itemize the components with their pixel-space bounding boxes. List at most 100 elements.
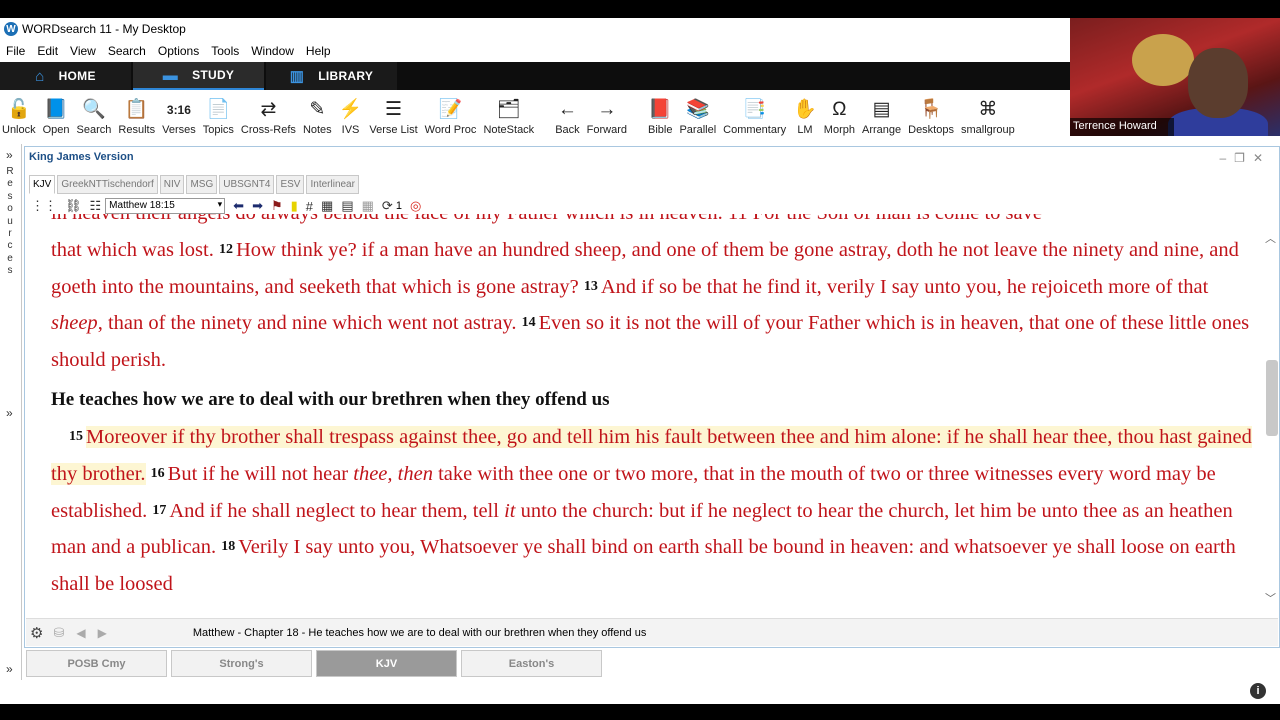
toolbar-word-proc-button[interactable]: 📝 Word Proc: [425, 90, 477, 144]
scroll-thumb[interactable]: [1266, 360, 1278, 436]
toolbar-topics-button[interactable]: 📄 Topics: [203, 90, 234, 144]
menu-item-help[interactable]: Help: [300, 44, 337, 58]
verse-number[interactable]: 15: [69, 429, 83, 444]
nav-tab-library[interactable]: ▥ LIBRARY: [266, 62, 397, 90]
tab-ubsgnt4[interactable]: UBSGNT4: [219, 175, 275, 194]
toolbar-verse-list-button[interactable]: ☰ Verse List: [369, 90, 417, 144]
toolbar-notestack-button[interactable]: 🗂 NoteStack: [483, 90, 534, 144]
menu-item-view[interactable]: View: [64, 44, 102, 58]
panel-window-controls: –❐✕: [1219, 151, 1271, 165]
toolbar-label: Search: [76, 124, 112, 136]
tab-niv[interactable]: NIV: [159, 175, 185, 194]
info-icon[interactable]: i: [1250, 683, 1266, 699]
tab-esv[interactable]: ESV: [276, 175, 305, 194]
lines-icon[interactable]: ▤: [341, 198, 353, 214]
bottom-tabs: POSB Cmy Strong's KJV Easton's: [26, 650, 606, 677]
tab-interlinear[interactable]: Interlinear: [306, 175, 359, 194]
menu-item-search[interactable]: Search: [102, 44, 152, 58]
chevron-down-icon[interactable]: ▾: [218, 199, 223, 210]
toolbar-ivs-button[interactable]: ⚡ IVS: [339, 90, 363, 144]
bottom-tab-posb-cmy[interactable]: POSB Cmy: [26, 650, 167, 677]
next-arrow-icon[interactable]: ➡: [252, 198, 263, 214]
panel-title: King James Version: [29, 151, 134, 163]
unlock-icon: 🔓: [6, 99, 31, 120]
verse-number[interactable]: 13: [584, 279, 598, 294]
link-icon[interactable]: ⛓: [65, 198, 82, 214]
sync-count: 1: [395, 200, 402, 212]
collapse-chevron-icon[interactable]: »: [6, 148, 13, 162]
restore-icon[interactable]: ❐: [1234, 151, 1253, 165]
toolbar-cross-refs-button[interactable]: ⇄ Cross-Refs: [241, 90, 296, 144]
verse-number[interactable]: 16: [151, 466, 165, 481]
status-bar: ⚙ ⛁ ◀ ▶ Matthew - Chapter 18 - He teache…: [26, 618, 1278, 646]
history-icon[interactable]: ⛁: [53, 625, 64, 641]
minimize-icon[interactable]: –: [1219, 151, 1234, 165]
toolbar-label: LM: [797, 124, 813, 136]
toolbar-label: Commentary: [723, 124, 787, 136]
expand-bottom-chevron-icon[interactable]: »: [6, 662, 13, 676]
toolbar-bible-button[interactable]: 📕 Bible: [648, 90, 672, 144]
bottom-tab-strong-s[interactable]: Strong's: [171, 650, 312, 677]
toolbar-open-button[interactable]: 📘 Open: [43, 90, 70, 144]
tab-msg[interactable]: MSG: [186, 175, 218, 194]
status-next-icon[interactable]: ▶: [98, 626, 107, 640]
menu-item-options[interactable]: Options: [152, 44, 205, 58]
toolbar-arrange-button[interactable]: ▤ Arrange: [862, 90, 901, 144]
italic-text: sheep: [51, 312, 98, 335]
prev-arrow-icon[interactable]: ⬅: [233, 198, 244, 214]
menu-item-edit[interactable]: Edit: [31, 44, 64, 58]
verse-number[interactable]: 17: [152, 503, 166, 518]
toolbar-parallel-button[interactable]: 📚 Parallel: [679, 90, 716, 144]
verse-number[interactable]: 12: [219, 242, 233, 257]
grid-icon[interactable]: ▦: [362, 198, 374, 214]
toolbar-label: Word Proc: [424, 124, 477, 136]
verse-number[interactable]: 14: [522, 315, 536, 330]
window-title: WORDsearch 11 - My Desktop: [22, 22, 186, 36]
status-prev-icon[interactable]: ◀: [76, 626, 85, 640]
expand-chevron-icon[interactable]: »: [6, 406, 13, 420]
resources-sidebar[interactable]: » Resources » »: [0, 144, 22, 680]
menu-item-window[interactable]: Window: [245, 44, 300, 58]
reference-input[interactable]: Matthew 18:15 ▾: [105, 198, 226, 214]
hash-icon[interactable]: #: [306, 199, 313, 214]
scroll-up-icon[interactable]: ︿: [1265, 230, 1276, 246]
list-icon[interactable]: ☷: [90, 198, 102, 214]
toolbar-lm-button[interactable]: ✋ LM: [793, 90, 817, 144]
italic-text: it: [504, 499, 516, 522]
bottom-tab-kjv[interactable]: KJV: [316, 650, 457, 677]
columns-icon[interactable]: ▦: [321, 198, 333, 214]
toolbar-back-button[interactable]: ← Back: [555, 90, 579, 144]
menu-item-tools[interactable]: Tools: [205, 44, 245, 58]
target-icon[interactable]: ◎: [410, 198, 421, 214]
book-icon: ▬: [162, 66, 179, 84]
toolbar-forward-button[interactable]: → Forward: [587, 90, 627, 144]
close-icon[interactable]: ✕: [1253, 151, 1271, 165]
toolbar-verses-button[interactable]: 3:16 Verses: [162, 90, 196, 144]
bottom-tab-easton-s[interactable]: Easton's: [461, 650, 602, 677]
tab-greeknttischendorf[interactable]: GreekNTTischendorf: [57, 175, 158, 194]
highlighter-icon[interactable]: ▮: [291, 198, 298, 214]
panel-subtoolbar: ⋮⋮ ⛓ ☷ Matthew 18:15 ▾ ⬅ ➡ ⚑ ▮ # ▦ ▤ ▦ ⟳…: [27, 196, 1277, 216]
paragraph-1: that which was lost. 12 How think ye? if …: [26, 232, 1260, 379]
toolbar-results-button[interactable]: 📋 Results: [118, 90, 155, 144]
bookmark-icon[interactable]: ⚑: [271, 198, 283, 214]
toolbar-search-button[interactable]: 🔍 Search: [77, 90, 112, 144]
toolbar-desktops-button[interactable]: 🪑 Desktops: [908, 90, 954, 144]
pin-icon[interactable]: ⋮⋮: [31, 198, 57, 214]
nav-tab-study[interactable]: ▬ STUDY: [133, 62, 264, 90]
text-scrollbar[interactable]: ︿ ﹀: [1264, 230, 1278, 606]
nav-tab-home[interactable]: ⌂ HOME: [0, 62, 131, 90]
sync-icon[interactable]: ⟳: [382, 198, 393, 214]
scroll-down-icon[interactable]: ﹀: [1265, 590, 1276, 606]
tab-kjv[interactable]: KJV: [29, 175, 56, 194]
menu-item-file[interactable]: File: [0, 44, 31, 58]
settings-gear-icon[interactable]: ⚙: [30, 624, 43, 642]
toolbar-label: NoteStack: [483, 124, 535, 136]
bottom-black-bar: [0, 704, 1280, 720]
toolbar-smallgroup-button[interactable]: ⌘ smallgroup: [961, 90, 1015, 144]
toolbar-unlock-button[interactable]: 🔓 Unlock: [2, 90, 36, 144]
toolbar-notes-button[interactable]: ✎ Notes: [303, 90, 332, 144]
toolbar-morph-button[interactable]: Ω Morph: [824, 90, 855, 144]
verse-number[interactable]: 18: [221, 539, 235, 554]
toolbar-commentary-button[interactable]: 📑 Commentary: [723, 90, 786, 144]
